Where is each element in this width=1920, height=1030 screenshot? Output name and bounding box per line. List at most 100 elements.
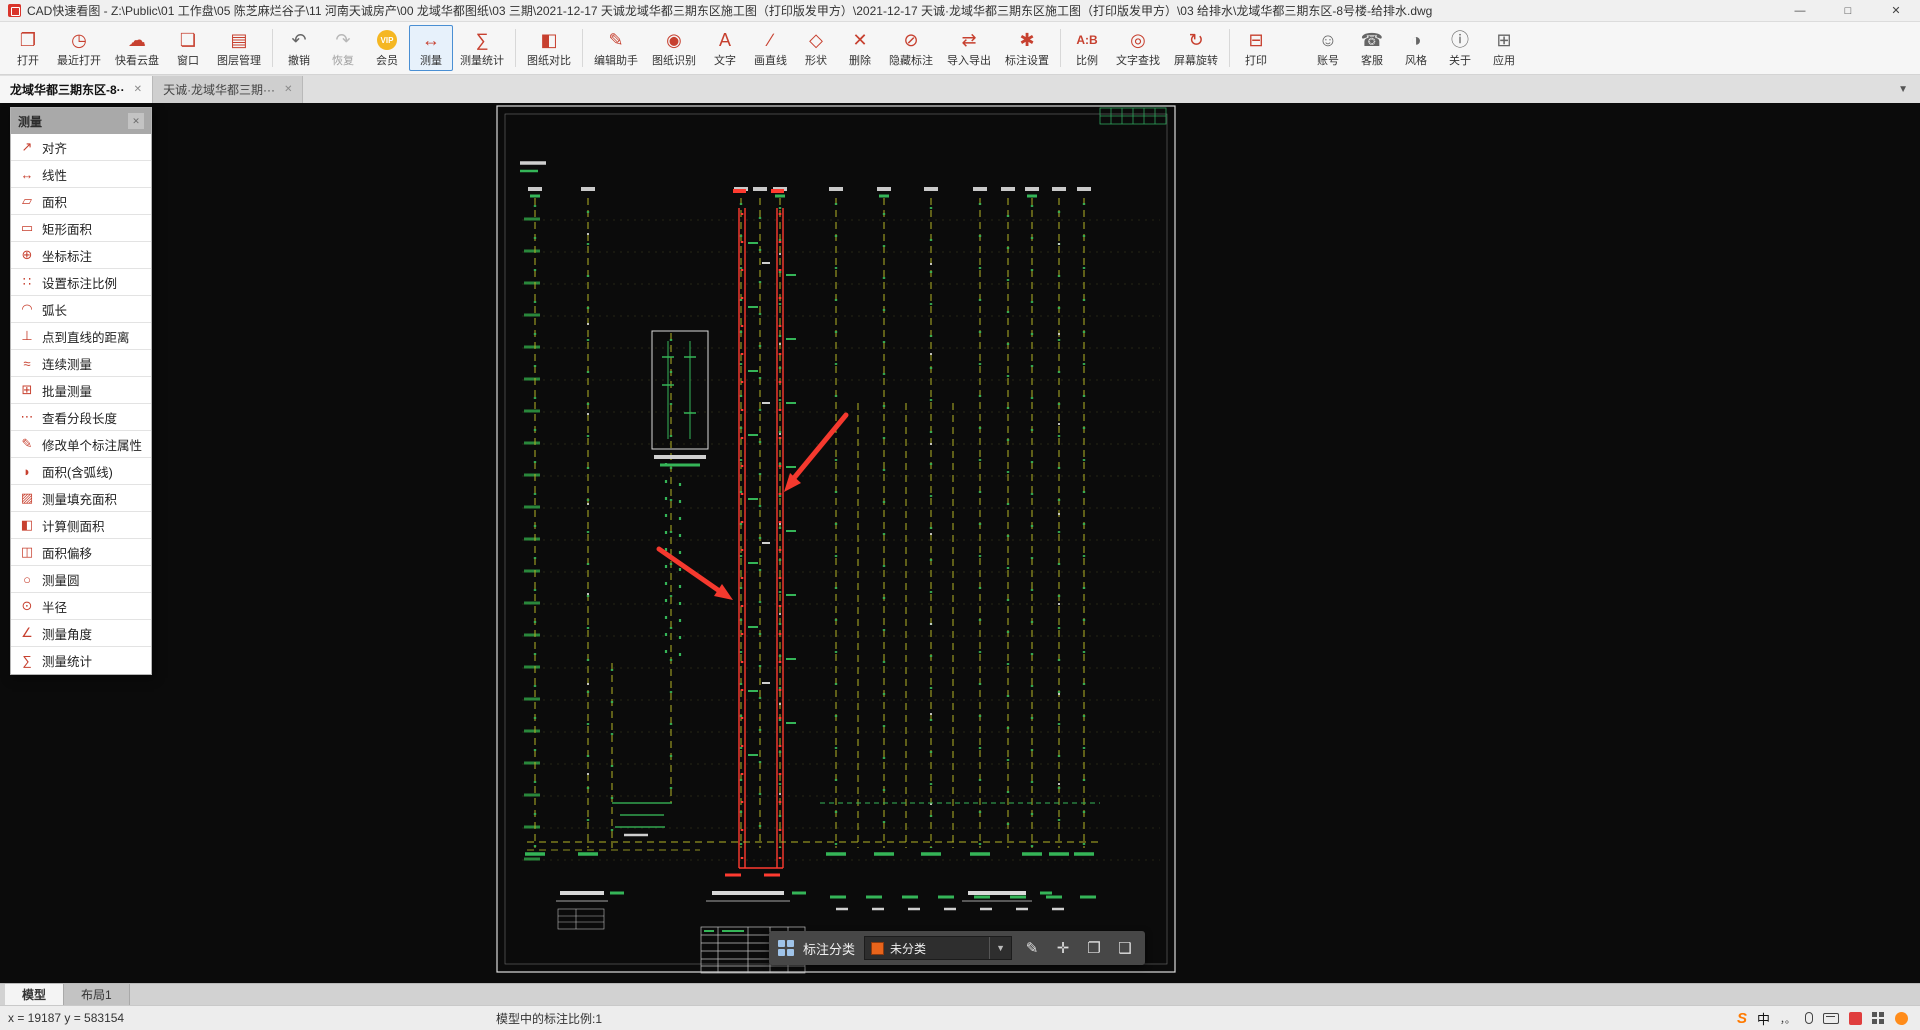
measure-item-coordinate[interactable]: ⊕ 坐标标注 (11, 242, 151, 269)
ime-logo-icon[interactable]: S (1737, 1010, 1747, 1027)
align-icon: ↗ (21, 139, 33, 154)
toolbar-button-rotate-screen[interactable]: ↻ 屏幕旋转 (1167, 25, 1225, 71)
toolbar-button-delete[interactable]: ✕ 删除 (838, 25, 882, 71)
measure-item-area[interactable]: ▱ 面积 (11, 188, 151, 215)
continuous-measure-icon: ≈ (23, 355, 31, 371)
vip-badge-icon: VIP (377, 30, 397, 50)
toolbar-button-line[interactable]: ∕ 画直线 (747, 25, 794, 71)
toolbar-button-recognize[interactable]: ◉ 图纸识别 (645, 25, 703, 71)
toolbar-button-undo[interactable]: ↶ 撤销 (277, 25, 321, 71)
area-icon: ▱ (22, 193, 32, 208)
toolbar-button-about[interactable]: ⓘ 关于 (1438, 25, 1482, 71)
measure-stats-icon: ∑ (475, 30, 489, 50)
toolbar-button-annotation-settings[interactable]: ✱ 标注设置 (998, 25, 1056, 71)
window-icon: ❏ (179, 30, 197, 50)
measure-item-angle[interactable]: ∠ 测量角度 (11, 620, 151, 647)
ime-language-indicator[interactable]: 中 (1757, 1009, 1770, 1028)
measure-panel-close-icon[interactable]: ✕ (128, 113, 144, 129)
category-select[interactable]: 未分类 ▼ (864, 936, 1013, 960)
ime-grid-icon[interactable] (1872, 1011, 1885, 1025)
dropdown-arrow-icon[interactable]: ▼ (989, 937, 1011, 959)
maximize-button[interactable]: □ (1824, 0, 1872, 21)
main-toolbar: ❐ 打开 ◷ 最近打开 ☁ 快看云盘 ❏ 窗口 ▤ 图层管理 ↶ 撤销 ↷ 恢复… (0, 22, 1920, 75)
pipe-risers (534, 198, 1085, 848)
minimize-button[interactable]: — (1776, 0, 1824, 21)
measure-item-set-scale[interactable]: ∷ 设置标注比例 (11, 269, 151, 296)
keyboard-icon[interactable] (1823, 1012, 1839, 1024)
measure-item-align[interactable]: ↗ 对齐 (11, 134, 151, 161)
toolbar-button-measure-stats[interactable]: ∑ 测量统计 (453, 25, 511, 71)
toolbar-button-style[interactable]: ◑ 风格 (1394, 25, 1438, 71)
chat-bubble-icon[interactable] (1895, 1011, 1908, 1025)
tab-overflow-arrow-icon[interactable]: ▼ (1898, 84, 1908, 95)
area-with-arc-icon: ◗ (23, 463, 31, 479)
measure-item-arc-length[interactable]: ◠ 弧长 (11, 296, 151, 323)
toolbar-button-hide-annotation[interactable]: ⊘ 隐藏标注 (882, 25, 940, 71)
category-apps-icon[interactable] (778, 940, 794, 956)
apps-icon: ⊞ (1496, 30, 1512, 50)
toolbar-button-vip[interactable]: VIP 会员 (365, 25, 409, 71)
angle-icon: ∠ (21, 625, 33, 640)
annotation-paste-icon[interactable]: ❑ (1114, 939, 1136, 957)
ime-punctuation-indicator[interactable]: ，。 (1780, 1011, 1795, 1026)
document-tab-inactive[interactable]: 天诚·龙域华都三期··· ✕ (153, 76, 304, 103)
toolbar-button-apps[interactable]: ⊞ 应用 (1482, 25, 1526, 71)
measure-item-radius[interactable]: ⊙ 半径 (11, 593, 151, 620)
tab-close-icon[interactable]: ✕ (284, 84, 292, 95)
measure-item-continuous[interactable]: ≈ 连续测量 (11, 350, 151, 377)
tab-close-icon[interactable]: ✕ (134, 84, 142, 95)
riser-white-tags (587, 233, 1060, 848)
edit-annotation-property-icon: ✎ (21, 436, 33, 451)
toolbar-button-print[interactable]: ⊟ 打印 (1234, 25, 1278, 71)
measure-item-linear[interactable]: ↔ 线性 (11, 161, 151, 188)
print-icon: ⊟ (1248, 30, 1264, 50)
toolbar-button-recent[interactable]: ◷ 最近打开 (50, 25, 108, 71)
open-icon: ❐ (19, 30, 37, 50)
drawing-canvas[interactable] (0, 103, 1920, 983)
measure-panel-header[interactable]: 测量 ✕ (11, 108, 151, 134)
toolbar-button-scale[interactable]: A:B 比例 (1065, 25, 1109, 71)
measure-item-area-with-arc[interactable]: ◗ 面积(含弧线) (11, 458, 151, 485)
toolbar-button-cloud[interactable]: ☁ 快看云盘 (108, 25, 166, 71)
annotation-move-icon[interactable]: ✛ (1052, 939, 1074, 957)
measure-item-segment-length[interactable]: ⋯ 查看分段长度 (11, 404, 151, 431)
toolbar-button-account[interactable]: ☺ 账号 (1306, 25, 1350, 71)
microphone-icon[interactable] (1805, 1012, 1813, 1024)
toolbar-button-import-export[interactable]: ⇄ 导入导出 (940, 25, 998, 71)
measure-item-edit-annotation-property[interactable]: ✎ 修改单个标注属性 (11, 431, 151, 458)
toolbar-button-find-text[interactable]: ◎ 文字查找 (1109, 25, 1167, 71)
linear-icon: ↔ (20, 166, 34, 182)
measure-item-statistics[interactable]: ∑ 测量统计 (11, 647, 151, 674)
toolbar-button-edit-assistant[interactable]: ✎ 编辑助手 (587, 25, 645, 71)
about-icon: ⓘ (1451, 30, 1469, 50)
annotation-edit-icon[interactable]: ✎ (1021, 939, 1043, 957)
measure-item-side-area[interactable]: ◧ 计算侧面积 (11, 512, 151, 539)
annotation-copy-icon[interactable]: ❐ (1083, 939, 1105, 957)
toolbar-button-text[interactable]: A 文字 (703, 25, 747, 71)
measure-item-rect-area[interactable]: ▭ 矩形面积 (11, 215, 151, 242)
toolbox-icon[interactable] (1849, 1011, 1862, 1025)
toolbar-button-layers[interactable]: ▤ 图层管理 (210, 25, 268, 71)
toolbar-button-shape[interactable]: ◇ 形状 (794, 25, 838, 71)
app-logo-icon (8, 4, 21, 17)
measure-item-fill-area[interactable]: ▨ 测量填充面积 (11, 485, 151, 512)
measure-item-area-offset[interactable]: ◫ 面积偏移 (11, 539, 151, 566)
close-button[interactable]: ✕ (1872, 0, 1920, 21)
measure-item-point-line-distance[interactable]: ⊥ 点到直线的距离 (11, 323, 151, 350)
toolbar-button-measure[interactable]: ↔ 测量 (409, 25, 453, 71)
measure-item-batch[interactable]: ⊞ 批量测量 (11, 377, 151, 404)
tab-layout1[interactable]: 布局1 (64, 984, 130, 1005)
toolbar-button-support[interactable]: ☎ 客服 (1350, 25, 1394, 71)
red-riser-side-tags (748, 242, 796, 756)
toolbar-button-redo[interactable]: ↷ 恢复 (321, 25, 365, 71)
toolbar-button-open[interactable]: ❐ 打开 (6, 25, 50, 71)
account-icon: ☺ (1318, 30, 1338, 50)
toolbar-button-compare[interactable]: ◧ 图纸对比 (520, 25, 578, 71)
measure-panel-title: 测量 (18, 114, 43, 129)
edit-assistant-icon: ✎ (608, 30, 624, 50)
document-tab-active[interactable]: 龙域华都三期东区-8·· ✕ (0, 76, 154, 103)
tab-model[interactable]: 模型 (5, 984, 65, 1005)
text-icon: A (718, 30, 731, 50)
measure-item-circle[interactable]: ○ 测量圆 (11, 566, 151, 593)
toolbar-button-window[interactable]: ❏ 窗口 (166, 25, 210, 71)
